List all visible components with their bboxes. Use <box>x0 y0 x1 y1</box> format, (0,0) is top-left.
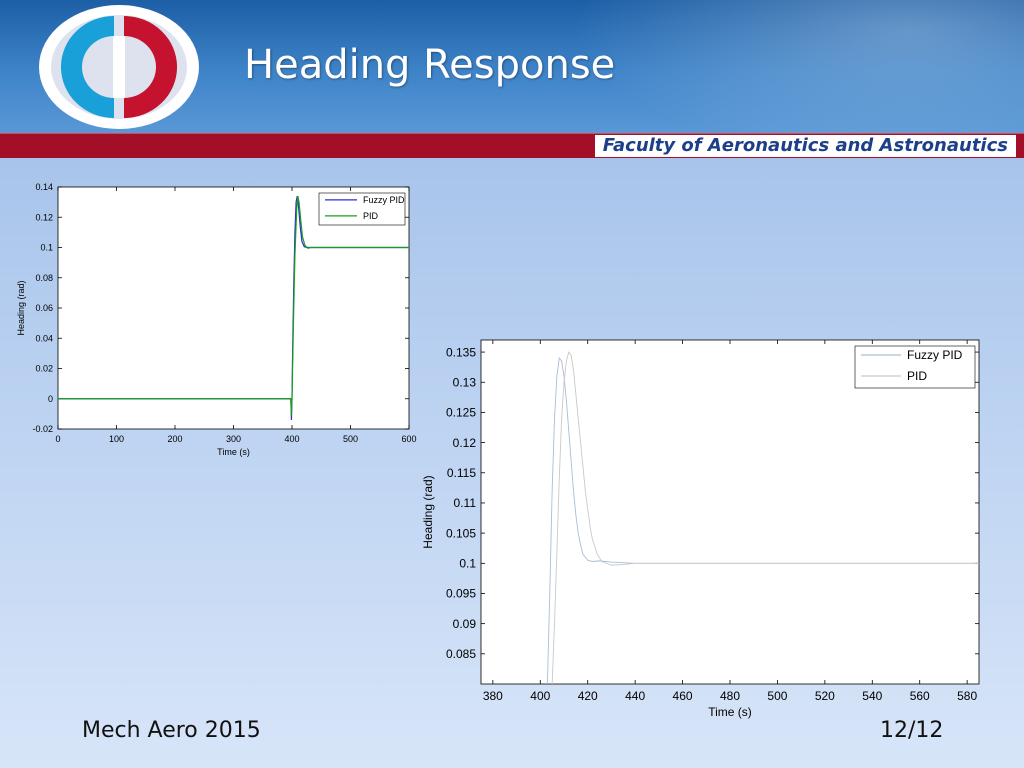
x-tick-label: 380 <box>483 689 503 703</box>
y-tick-label: 0.12 <box>453 436 477 450</box>
y-tick-label: 0.1 <box>459 556 476 570</box>
y-axis-label: Heading (rad) <box>16 280 26 335</box>
y-tick-label: 0.1 <box>40 243 53 253</box>
x-tick-label: 520 <box>815 689 835 703</box>
x-axis-label: Time (s) <box>708 705 752 719</box>
x-tick-label: 500 <box>767 689 787 703</box>
x-tick-label: 420 <box>578 689 598 703</box>
x-tick-label: 200 <box>167 434 182 444</box>
footer-conference: Mech Aero 2015 <box>82 718 261 743</box>
x-tick-label: 100 <box>109 434 124 444</box>
x-tick-label: 0 <box>55 434 60 444</box>
x-tick-label: 400 <box>530 689 550 703</box>
y-tick-label: 0.09 <box>453 617 477 631</box>
y-tick-label: 0.11 <box>454 496 477 510</box>
page-number: 12/12 <box>880 718 944 743</box>
y-tick-label: 0.06 <box>35 303 53 313</box>
x-tick-label: 560 <box>910 689 930 703</box>
x-tick-label: 500 <box>343 434 358 444</box>
y-tick-label: 0.115 <box>447 466 476 480</box>
x-tick-label: 580 <box>957 689 977 703</box>
y-tick-label: 0 <box>48 394 53 404</box>
legend-label: PID <box>907 369 927 383</box>
university-logo-icon <box>39 5 199 129</box>
faculty-band: Faculty of Aeronautics and Astronautics <box>0 133 1024 158</box>
x-tick-label: 540 <box>862 689 882 703</box>
y-tick-label: 0.14 <box>35 182 53 192</box>
x-tick-label: 480 <box>720 689 740 703</box>
legend-label: Fuzzy PID <box>907 348 963 362</box>
y-tick-label: 0.135 <box>446 345 476 359</box>
y-tick-label: 0.08 <box>35 273 53 283</box>
heading-response-zoom-chart: 380 400 420 440 460 480 500 520 540 560 580 0.085 0.… <box>421 339 980 719</box>
heading-response-chart: 0 100 200 300 400 500 600-0.0200.020.040.060.0… <box>16 182 417 457</box>
y-tick-label: 0.105 <box>446 526 476 540</box>
y-tick-label: 0.125 <box>446 406 476 420</box>
x-tick-label: 460 <box>673 689 693 703</box>
y-axis-label: Heading (rad) <box>421 475 435 548</box>
y-tick-label: 0.085 <box>446 647 476 661</box>
y-tick-label: -0.02 <box>32 424 53 434</box>
y-tick-label: 0.13 <box>453 375 477 389</box>
y-tick-label: 0.095 <box>446 587 476 601</box>
y-tick-label: 0.12 <box>35 212 53 222</box>
x-axis-label: Time (s) <box>217 447 250 457</box>
y-tick-label: 0.04 <box>35 333 53 343</box>
legend-label: PID <box>363 211 379 221</box>
header-glow <box>544 0 1024 134</box>
slide-title: Heading Response <box>244 42 616 88</box>
x-tick-label: 440 <box>625 689 645 703</box>
y-tick-label: 0.02 <box>35 364 53 374</box>
legend-label: Fuzzy PID <box>363 195 405 205</box>
slide-header: Heading Response <box>0 0 1024 134</box>
x-tick-label: 400 <box>284 434 299 444</box>
x-tick-label: 300 <box>226 434 241 444</box>
faculty-label: Faculty of Aeronautics and Astronautics <box>594 135 1016 157</box>
